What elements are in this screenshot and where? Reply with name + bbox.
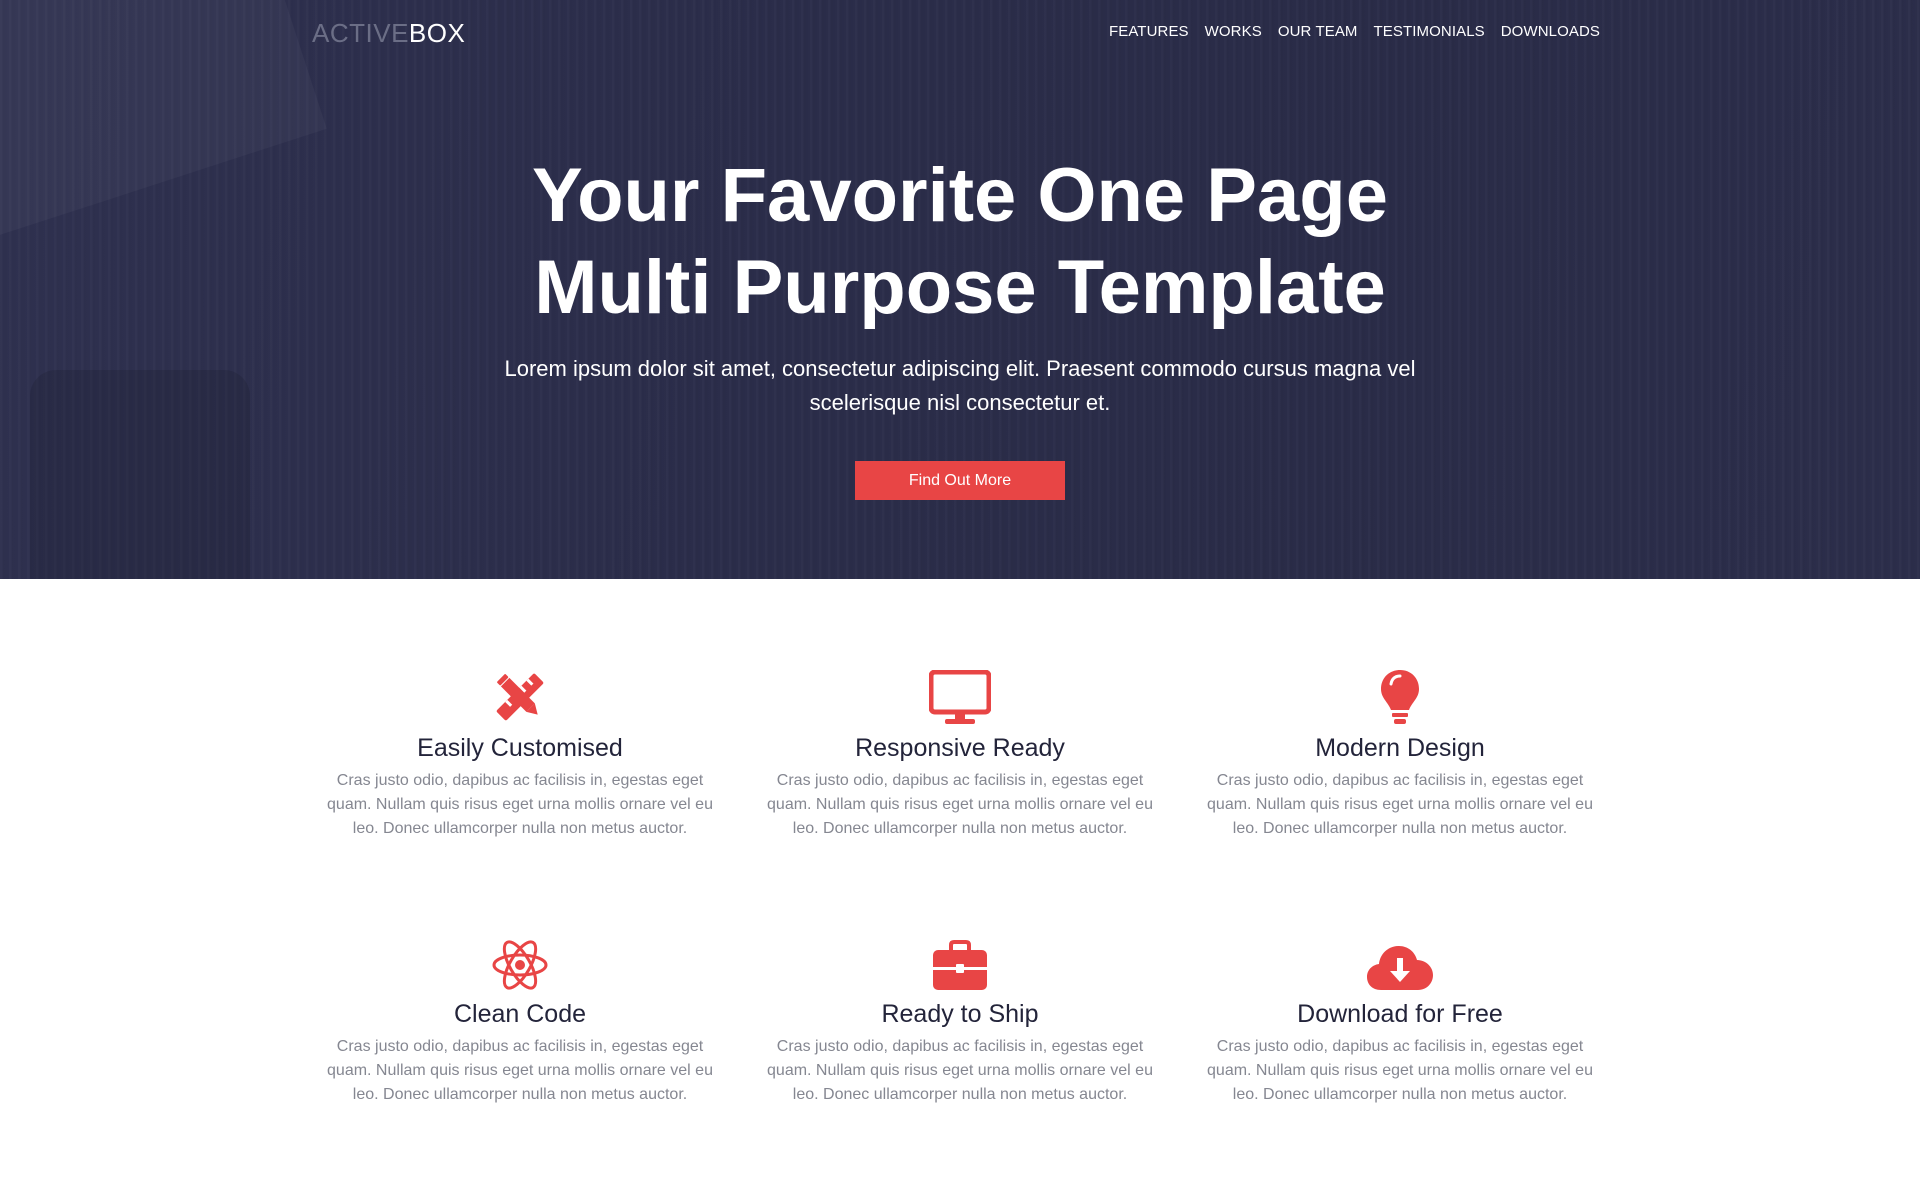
feature-ready-to-ship: Ready to Ship Cras justo odio, dapibus a… [740, 926, 1180, 1192]
briefcase-icon [740, 926, 1180, 992]
feature-text: Cras justo odio, dapibus ac facilisis in… [767, 772, 1153, 837]
feature-title: Download for Free [1297, 1000, 1503, 1028]
lightbulb-icon [1180, 660, 1620, 726]
nav-link-our-team[interactable]: OUR TEAM [1278, 23, 1358, 40]
main-nav: FEATURES WORKS OUR TEAM TESTIMONIALS DOW… [1109, 23, 1600, 40]
monitor-icon [740, 660, 1180, 726]
features-grid: Easily Customised Cras justo odio, dapib… [300, 660, 1620, 1192]
feature-title: Easily Customised [417, 734, 623, 762]
nav-link-works[interactable]: WORKS [1205, 23, 1262, 40]
hero-title: Your Favorite One Page Multi Purpose Tem… [0, 150, 1920, 334]
feature-title: Ready to Ship [881, 1000, 1039, 1028]
feature-text: Cras justo odio, dapibus ac facilisis in… [327, 1038, 713, 1103]
feature-clean-code: Clean Code Cras justo odio, dapibus ac f… [300, 926, 740, 1192]
nav-link-testimonials[interactable]: TESTIMONIALS [1374, 23, 1485, 40]
feature-text: Cras justo odio, dapibus ac facilisis in… [1207, 1038, 1593, 1103]
feature-easily-customised: Easily Customised Cras justo odio, dapib… [300, 660, 740, 926]
feature-responsive-ready: Responsive Ready Cras justo odio, dapibu… [740, 660, 1180, 926]
feature-title: Modern Design [1315, 734, 1485, 762]
brand-logo-part-box: BOX [408, 18, 466, 48]
feature-modern-design: Modern Design Cras justo odio, dapibus a… [1180, 660, 1620, 926]
cloud-download-icon [1180, 926, 1620, 992]
hero-title-line-1: Your Favorite One Page [532, 153, 1388, 238]
find-out-more-button[interactable]: Find Out More [855, 461, 1065, 500]
feature-text: Cras justo odio, dapibus ac facilisis in… [327, 772, 713, 837]
brand-logo[interactable]: ACTIVEBOX [312, 18, 465, 49]
hero-background-shape [30, 370, 250, 579]
pencil-ruler-icon [300, 660, 740, 726]
feature-download-for-free: Download for Free Cras justo odio, dapib… [1180, 926, 1620, 1192]
hero-section: ACTIVEBOX FEATURES WORKS OUR TEAM TESTIM… [0, 0, 1920, 579]
nav-link-features[interactable]: FEATURES [1109, 23, 1189, 40]
feature-title: Responsive Ready [855, 734, 1065, 762]
feature-text: Cras justo odio, dapibus ac facilisis in… [1207, 772, 1593, 837]
nav-link-downloads[interactable]: DOWNLOADS [1501, 23, 1600, 40]
hero-title-line-2: Multi Purpose Template [534, 245, 1386, 330]
brand-logo-part-active: ACTIVE [312, 18, 409, 48]
feature-text: Cras justo odio, dapibus ac facilisis in… [767, 1038, 1153, 1103]
atom-icon [300, 926, 740, 992]
hero-subtitle: Lorem ipsum dolor sit amet, consectetur … [504, 356, 1416, 415]
feature-title: Clean Code [453, 1000, 587, 1028]
